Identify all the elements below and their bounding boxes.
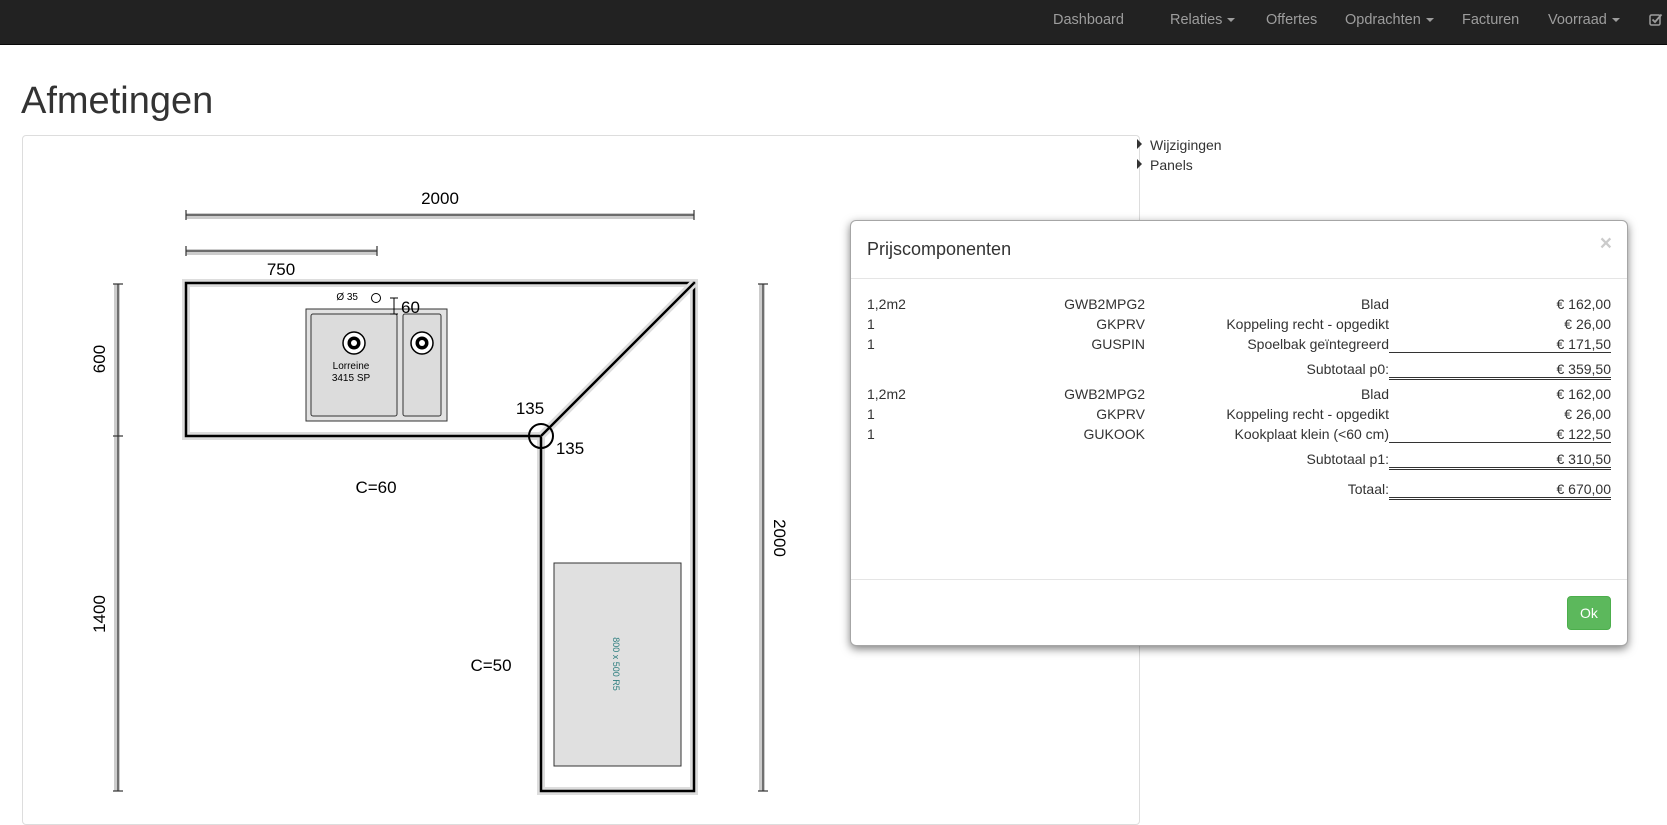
subtotal-p1-amount: € 310,50 — [1389, 451, 1611, 470]
price-row: 1,2m2 GWB2MPG2 Blad € 162,00 — [867, 386, 1611, 406]
dim-left-upper-label: 600 — [90, 345, 109, 373]
sink-name-label: Lorreine — [333, 361, 370, 372]
row-amount: € 26,00 — [1564, 316, 1611, 332]
row-amount: € 122,50 — [1389, 426, 1611, 443]
triangle-right-icon — [1137, 159, 1142, 169]
row-qty: 1,2m2 — [867, 296, 906, 312]
corner-angle-1-label: 135 — [516, 399, 544, 418]
dimension-sink-offset: 750 — [185, 246, 378, 279]
row-code: GKPRV — [1096, 406, 1145, 422]
sink: Lorreine 3415 SP — [305, 308, 448, 422]
dimension-left-vertical: 600 1400 — [90, 283, 123, 792]
dim-left-lower-label: 1400 — [90, 595, 109, 633]
row-qty: 1 — [867, 406, 875, 422]
dimension-right-vertical: 2000 — [758, 283, 789, 792]
toggle-wijzigingen-label: Wijzigingen — [1150, 137, 1222, 153]
row-amount: € 162,00 — [1556, 386, 1612, 402]
subtotal-p1-row: Subtotaal p1: € 310,50 — [867, 451, 1611, 471]
dim-sink-offset-label: 750 — [267, 260, 295, 279]
row-amount: € 26,00 — [1564, 406, 1611, 422]
row-desc: Blad — [1360, 296, 1389, 312]
sink-model-label: 3415 SP — [332, 373, 371, 384]
dim-top-width-label: 2000 — [421, 189, 459, 208]
dimension-top-width: 2000 — [185, 189, 695, 220]
hole-diameter-label: Ø 35 — [336, 292, 358, 303]
row-desc: Koppeling recht - opgedikt — [1226, 406, 1389, 422]
row-amount: € 162,00 — [1556, 296, 1612, 312]
subtotal-p0-row: Subtotaal p0: € 359,50 — [867, 361, 1611, 381]
toggle-wijzigingen[interactable]: Wijzigingen — [1137, 137, 1222, 153]
modal-title: Prijscomponenten — [867, 239, 1012, 259]
price-row: 1,2m2 GWB2MPG2 Blad € 162,00 — [867, 296, 1611, 316]
triangle-right-icon — [1137, 139, 1142, 149]
row-code: GUSPIN — [1091, 336, 1145, 352]
toggle-panels-label: Panels — [1150, 157, 1193, 173]
price-row: 1 GKPRV Koppeling recht - opgedikt € 26,… — [867, 406, 1611, 426]
total-amount: € 670,00 — [1389, 481, 1611, 500]
row-amount: € 171,50 — [1389, 336, 1611, 353]
subtotal-p0-label: Subtotaal p0: — [1306, 361, 1389, 377]
ok-button[interactable]: Ok — [1567, 596, 1611, 630]
row-desc: Kookplaat klein (<60 cm) — [1234, 426, 1389, 442]
subtotal-p1-label: Subtotaal p1: — [1306, 451, 1389, 467]
row-qty: 1 — [867, 336, 875, 352]
clearance-lower-label: C=50 — [470, 656, 511, 675]
cooktop-size-label: 800 x 500 R5 — [611, 637, 621, 691]
close-icon[interactable]: × — [1600, 233, 1612, 254]
row-code: GUKOOK — [1083, 426, 1145, 442]
modal-footer: Ok — [851, 579, 1627, 647]
subtotal-p0-amount: € 359,50 — [1389, 361, 1611, 380]
row-desc: Blad — [1360, 386, 1389, 402]
sink-edge-distance-label: 60 — [401, 298, 420, 317]
corner-angle-2-label: 135 — [556, 439, 584, 458]
cooktop: 800 x 500 R5 — [553, 562, 682, 767]
row-code: GWB2MPG2 — [1064, 296, 1145, 312]
toggle-panels[interactable]: Panels — [1137, 157, 1193, 173]
price-row: 1 GUKOOK Kookplaat klein (<60 cm) € 122,… — [867, 426, 1611, 446]
clearance-upper-label: C=60 — [355, 478, 396, 497]
modal-header: Prijscomponenten × — [851, 221, 1627, 279]
price-row: 1 GUSPIN Spoelbak geïntegreerd € 171,50 — [867, 336, 1611, 356]
row-qty: 1,2m2 — [867, 386, 906, 402]
row-qty: 1 — [867, 316, 875, 332]
price-row: 1 GKPRV Koppeling recht - opgedikt € 26,… — [867, 316, 1611, 336]
row-code: GKPRV — [1096, 316, 1145, 332]
dim-right-height-label: 2000 — [770, 519, 789, 557]
row-desc: Spoelbak geïntegreerd — [1247, 336, 1389, 352]
total-label: Totaal: — [1347, 481, 1389, 497]
row-code: GWB2MPG2 — [1064, 386, 1145, 402]
row-desc: Koppeling recht - opgedikt — [1226, 316, 1389, 332]
price-components-modal: Prijscomponenten × 1,2m2 GWB2MPG2 Blad €… — [850, 220, 1628, 646]
total-row: Totaal: € 670,00 — [867, 481, 1611, 501]
row-qty: 1 — [867, 426, 875, 442]
